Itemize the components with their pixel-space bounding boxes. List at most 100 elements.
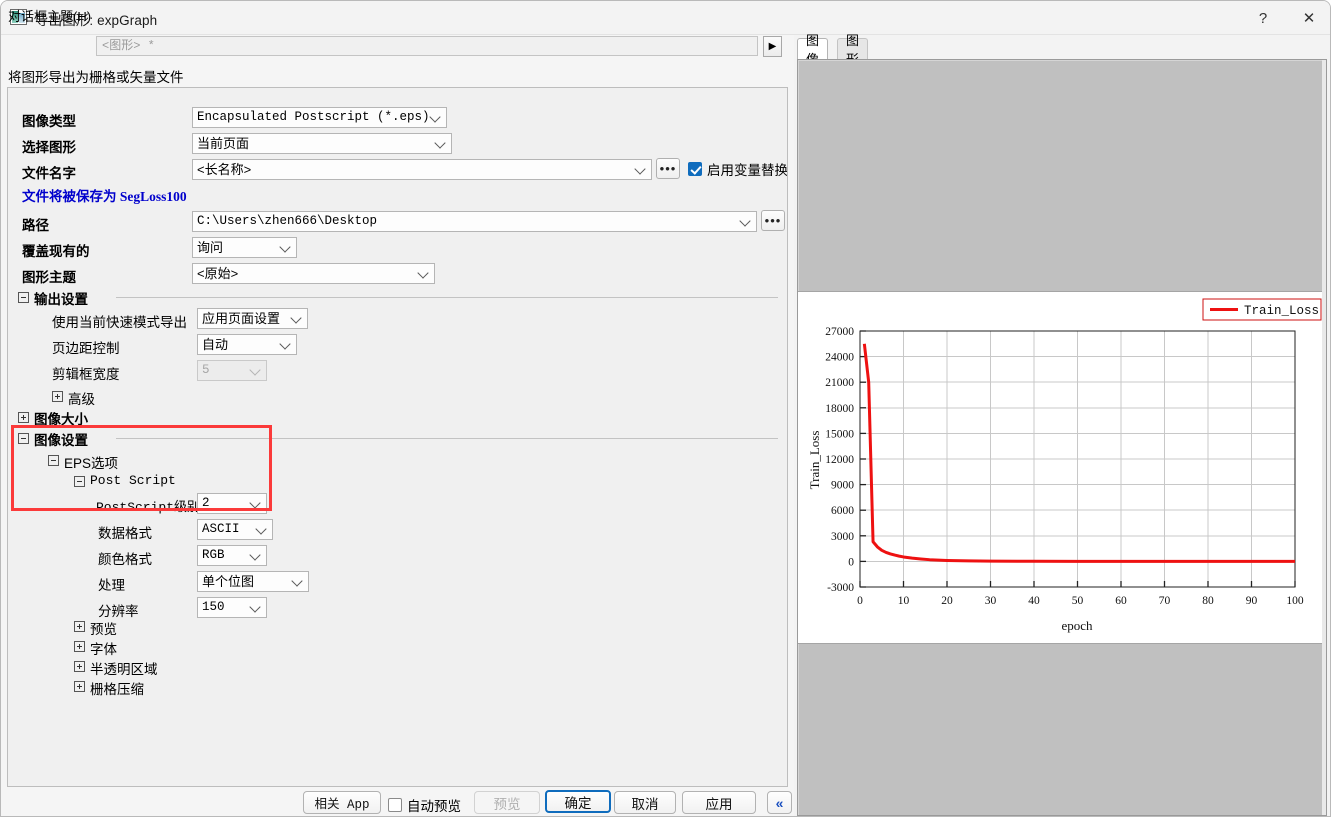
margin-control-label: 页边距控制 [52,337,120,357]
svg-text:90: 90 [1246,595,1258,607]
file-name-label: 文件名字 [22,162,76,182]
preview-pane: 图像 图形 -300003000600090001200015000180002… [794,35,1331,817]
expand-toggle-icon[interactable] [74,621,85,632]
collapse-toggle-icon[interactable] [18,292,29,303]
fonts-node-label: 字体 [90,638,117,658]
file-name-combo[interactable]: <长名称> [192,159,652,180]
data-format-label: 数据格式 [98,522,152,542]
preview-scrollbar[interactable] [1322,60,1326,816]
chevron-down-icon [250,497,261,508]
help-button[interactable]: ? [1240,1,1286,35]
quick-mode-export-combo[interactable]: 应用页面设置 [197,308,308,329]
collapse-toggle-icon[interactable] [74,476,85,487]
overwrite-combo[interactable]: 询问 [192,237,297,258]
post-script-label: Post Script [90,473,176,488]
data-format-combo[interactable]: ASCII [197,519,273,540]
quick-mode-export-value: 应用页面设置 [202,311,280,326]
postscript-level-value: 2 [202,496,210,510]
tab-graph[interactable]: 图形 [837,38,868,59]
color-format-combo[interactable]: RGB [197,545,267,566]
processing-value: 单个位图 [202,574,254,589]
chevron-down-icon [280,338,291,349]
svg-text:70: 70 [1159,595,1171,607]
svg-text:10: 10 [898,595,910,607]
train-loss-series [864,344,1295,562]
resolution-combo[interactable]: 150 [197,597,267,618]
expand-toggle-icon[interactable] [52,391,63,402]
overwrite-label: 覆盖现有的 [22,240,90,260]
dialog-theme-label: 对话框主题(H) [8,6,91,25]
svg-text:27000: 27000 [825,326,854,338]
ok-button[interactable]: 确定 [545,790,611,813]
path-value: C:\Users\zhen666\Desktop [197,214,377,228]
processing-label: 处理 [98,574,125,594]
collapse-toggle-icon[interactable] [18,433,29,444]
chevron-down-icon [635,163,646,174]
select-graph-value: 当前页面 [197,136,249,151]
collapse-panel-button[interactable]: « [767,791,792,814]
clip-box-width-label: 剪辑框宽度 [52,363,120,383]
output-settings-group[interactable]: 输出设置 [18,290,778,306]
quick-mode-export-label: 使用当前快速模式导出 [52,311,187,331]
expand-toggle-icon[interactable] [74,681,85,692]
train-loss-chart: -300003000600090001200015000180002100024… [798,292,1326,645]
path-combo[interactable]: C:\Users\zhen666\Desktop [192,211,757,232]
chevron-down-icon [740,215,751,226]
image-type-label: 图像类型 [22,110,76,130]
svg-text:60: 60 [1115,595,1127,607]
expand-toggle-icon[interactable] [74,641,85,652]
select-graph-combo[interactable]: 当前页面 [192,133,452,154]
margin-control-combo[interactable]: 自动 [197,334,297,355]
x-axis-label: epoch [1061,618,1093,633]
chevron-down-icon [256,523,267,534]
title-bar: 导出图形: expGraph ? ✕ [1,1,1331,35]
dialog-theme-input[interactable]: <图形> * [96,36,758,56]
svg-text:9000: 9000 [831,480,854,492]
file-name-value: <长名称> [197,162,251,177]
svg-text:50: 50 [1072,595,1084,607]
expand-toggle-icon[interactable] [18,412,29,423]
auto-preview-checkbox[interactable]: 自动预览 [388,795,461,815]
chevron-down-icon [250,549,261,560]
svg-text:0: 0 [857,595,863,607]
advanced-label: 高级 [68,388,95,408]
graph-theme-label: 图形主题 [22,266,76,286]
svg-text:30: 30 [985,595,997,607]
chart-container: -300003000600090001200015000180002100024… [798,291,1326,644]
path-browse-button[interactable]: ••• [761,210,785,231]
processing-combo[interactable]: 单个位图 [197,571,309,592]
path-label: 路径 [22,214,49,234]
group-divider [116,438,778,439]
y-axis-label: Train_Loss [807,431,822,490]
chevron-down-icon [418,267,429,278]
collapse-toggle-icon[interactable] [48,455,59,466]
file-name-browse-button[interactable]: ••• [656,158,680,179]
svg-text:6000: 6000 [831,505,854,517]
image-settings-group[interactable]: 图像设置 [18,431,778,447]
settings-pane: 图像类型 Encapsulated Postscript (*.eps) 选择图… [7,87,788,787]
svg-text:15000: 15000 [825,428,854,440]
tab-image[interactable]: 图像 [797,38,828,59]
postscript-level-combo[interactable]: 2 [197,493,267,514]
clip-box-width-combo: 5 [197,360,267,381]
svg-text:40: 40 [1028,595,1040,607]
preview-canvas[interactable]: -300003000600090001200015000180002100024… [797,59,1327,816]
checkbox-icon [388,798,402,812]
graph-theme-combo[interactable]: <原始> [192,263,435,284]
chevron-down-icon [292,575,303,586]
data-format-value: ASCII [202,522,240,536]
related-app-button[interactable]: 相关 App [303,791,381,814]
apply-button[interactable]: 应用 [682,791,756,814]
image-type-value: Encapsulated Postscript (*.eps) [197,110,430,124]
expand-toggle-icon[interactable] [74,661,85,672]
svg-text:0: 0 [848,556,854,568]
image-type-combo[interactable]: Encapsulated Postscript (*.eps) [192,107,447,128]
group-divider [116,297,778,298]
dialog-theme-arrow-button[interactable]: ▶ [763,36,782,57]
color-format-label: 颜色格式 [98,548,152,568]
chevron-down-icon [280,241,291,252]
cancel-button[interactable]: 取消 [614,791,676,814]
overwrite-value: 询问 [197,240,223,255]
variable-substitution-checkbox[interactable]: 启用变量替换 [688,159,788,179]
close-button[interactable]: ✕ [1286,1,1331,35]
